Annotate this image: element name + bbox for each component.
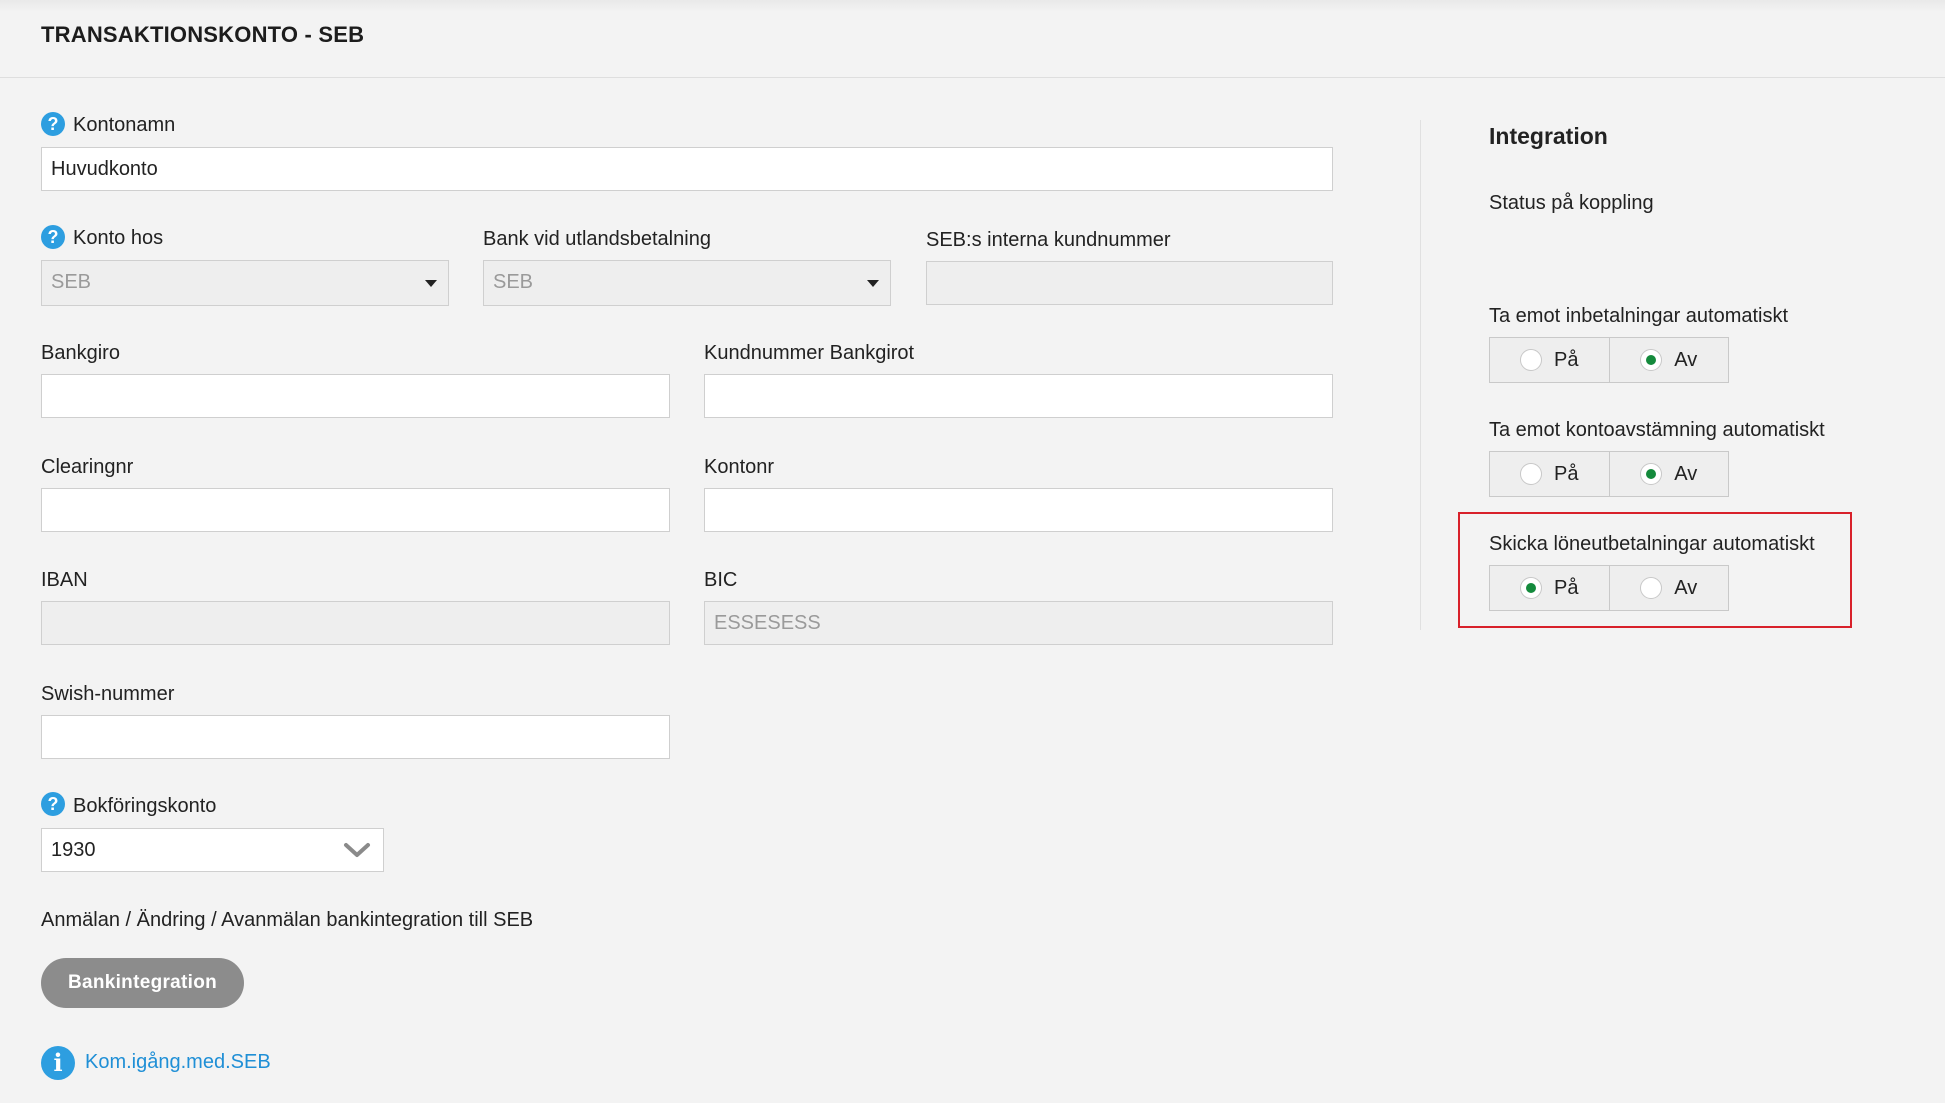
- konto-hos-value: SEB: [51, 271, 92, 293]
- toggle-loneutbetalningar-pa[interactable]: På: [1490, 566, 1609, 610]
- caret-down-icon: [867, 280, 879, 287]
- bank-utland-label: Bank vid utlandsbetalning: [483, 228, 711, 250]
- toggle-inbetalningar: På Av: [1489, 337, 1729, 383]
- radio-icon: [1520, 349, 1543, 371]
- kundnummer-bankgirot-input[interactable]: [704, 374, 1333, 418]
- clearingnr-input[interactable]: [41, 488, 670, 532]
- radio-icon: [1520, 463, 1543, 485]
- kontonr-label: Kontonr: [704, 456, 775, 478]
- konto-hos-label: Konto hos: [73, 227, 164, 249]
- bokforingskonto-select[interactable]: 1930: [41, 828, 384, 872]
- kontonamn-input[interactable]: Huvudkonto: [41, 147, 1333, 191]
- option-label: På: [1554, 348, 1579, 371]
- toggle-loneutbetalningar-label: Skicka löneutbetalningar automatiskt: [1489, 533, 1815, 555]
- help-icon[interactable]: ?: [41, 112, 65, 136]
- toggle-inbetalningar-pa[interactable]: På: [1490, 338, 1609, 382]
- bankgiro-input[interactable]: [41, 374, 670, 418]
- bankintegration-button[interactable]: Bankintegration: [41, 958, 244, 1008]
- kontonr-input[interactable]: [704, 488, 1333, 532]
- seb-kundnummer-label: SEB:s interna kundnummer: [926, 229, 1171, 251]
- integration-title: Integration: [1489, 123, 1608, 149]
- caret-down-icon: [425, 280, 437, 287]
- option-label: På: [1554, 576, 1579, 599]
- toggle-loneutbetalningar-av[interactable]: Av: [1608, 566, 1729, 610]
- option-label: På: [1554, 462, 1579, 485]
- bank-utland-value: SEB: [493, 271, 534, 293]
- kundnummer-bankgirot-label: Kundnummer Bankgirot: [704, 342, 915, 364]
- bokforingskonto-value: 1930: [51, 839, 96, 861]
- bic-label: BIC: [704, 569, 738, 591]
- konto-hos-select[interactable]: SEB: [41, 260, 449, 306]
- toggle-inbetalningar-av[interactable]: Av: [1608, 338, 1729, 382]
- radio-checked-icon: [1520, 577, 1543, 599]
- help-icon[interactable]: ?: [41, 225, 65, 249]
- info-icon: i: [41, 1046, 75, 1080]
- bank-utland-select[interactable]: SEB: [483, 260, 891, 306]
- seb-kundnummer-input[interactable]: [926, 261, 1333, 305]
- toggle-kontoavstamning-pa[interactable]: På: [1490, 452, 1609, 496]
- radio-icon: [1640, 577, 1663, 599]
- bankgiro-label: Bankgiro: [41, 342, 120, 364]
- iban-input[interactable]: [41, 601, 670, 645]
- radio-checked-icon: [1640, 349, 1663, 371]
- toggle-kontoavstamning-av[interactable]: Av: [1608, 452, 1729, 496]
- clearingnr-label: Clearingnr: [41, 456, 134, 478]
- page-title: TRANSAKTIONSKONTO - SEB: [41, 22, 365, 47]
- chevron-down-icon: [344, 843, 370, 857]
- help-icon[interactable]: ?: [41, 792, 65, 816]
- swish-input[interactable]: [41, 715, 670, 759]
- bic-input[interactable]: ESSESESS: [704, 601, 1333, 645]
- toggle-inbetalningar-label: Ta emot inbetalningar automatiskt: [1489, 305, 1789, 327]
- option-label: Av: [1674, 462, 1698, 485]
- toggle-loneutbetalningar: På Av: [1489, 565, 1729, 611]
- status-label: Status på koppling: [1489, 192, 1654, 214]
- page-header: TRANSAKTIONSKONTO - SEB: [0, 0, 1945, 78]
- kom-igang-link[interactable]: Kom.igång.med.SEB: [85, 1051, 271, 1074]
- option-label: Av: [1674, 348, 1698, 371]
- integration-note: Anmälan / Ändring / Avanmälan bankintegr…: [41, 909, 534, 931]
- bokforingskonto-label: Bokföringskonto: [73, 795, 217, 817]
- column-divider: [1420, 120, 1421, 630]
- toggle-kontoavstamning: På Av: [1489, 451, 1729, 497]
- toggle-kontoavstamning-label: Ta emot kontoavstämning automatiskt: [1489, 419, 1825, 441]
- option-label: Av: [1674, 576, 1698, 599]
- kontonamn-label: Kontonamn: [73, 114, 176, 136]
- iban-label: IBAN: [41, 569, 88, 591]
- swish-label: Swish-nummer: [41, 683, 175, 705]
- radio-checked-icon: [1640, 463, 1663, 485]
